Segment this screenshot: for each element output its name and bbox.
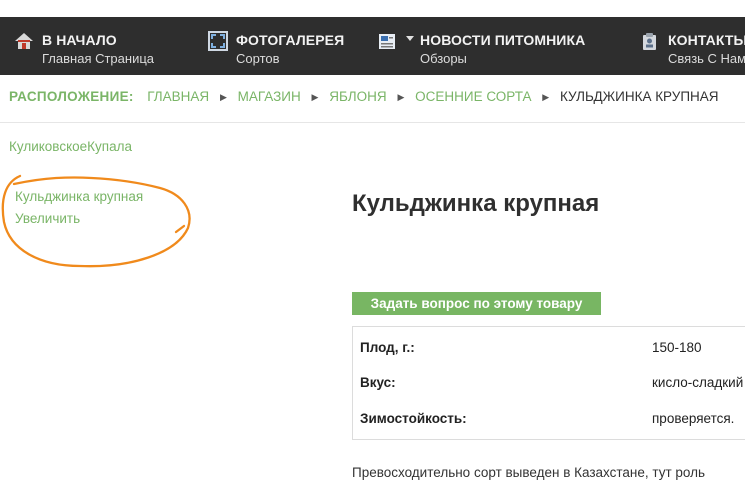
breadcrumb-divider — [0, 122, 745, 123]
breadcrumb-current: КУЛЬДЖИНКА КРУПНАЯ — [559, 89, 719, 104]
breadcrumb-label: РАСПОЛОЖЕНИЕ: — [9, 89, 134, 104]
ask-question-button[interactable]: Задать вопрос по этому товару — [352, 292, 601, 315]
breadcrumb-link-apple[interactable]: ЯБЛОНЯ — [329, 89, 386, 104]
breadcrumb-separator-icon: ▶ — [397, 92, 405, 102]
nav-title: В НАЧАЛО — [42, 32, 117, 48]
nav-title: КОНТАКТЫ — [668, 32, 745, 48]
related-product-link[interactable]: КуликовскоеКупала — [9, 139, 132, 154]
breadcrumb-link-shop[interactable]: МАГАЗИН — [238, 89, 301, 104]
table-row: Плод, г.: 150-180 — [353, 340, 745, 370]
news-icon — [378, 31, 398, 51]
nav-item-news[interactable]: НОВОСТИ ПИТОМНИКА Обзоры — [378, 17, 618, 75]
gallery-icon — [208, 31, 228, 51]
nav-subtitle: Сортов — [236, 51, 280, 66]
product-image-placeholder[interactable]: Кульджинка крупная — [15, 189, 143, 204]
chevron-down-icon[interactable] — [406, 36, 414, 41]
breadcrumb-link-home[interactable]: ГЛАВНАЯ — [147, 89, 209, 104]
home-icon — [14, 31, 34, 51]
table-row: Вкус: кисло-сладкий — [353, 375, 745, 405]
nav-title: НОВОСТИ ПИТОМНИКА — [420, 32, 586, 48]
spec-value: проверяется. — [652, 411, 735, 426]
spec-name: Зимостойкость: — [360, 411, 467, 426]
nav-subtitle: Обзоры — [420, 51, 467, 66]
spec-value: кисло-сладкий — [652, 375, 744, 390]
breadcrumb-separator-icon: ▶ — [219, 92, 227, 102]
top-navigation-bar: В НАЧАЛО Главная Страница ФОТОГАЛЕРЕЯ Со… — [0, 17, 745, 75]
nav-item-home[interactable]: В НАЧАЛО Главная Страница — [14, 17, 184, 75]
contacts-icon — [640, 31, 660, 51]
breadcrumb: РАСПОЛОЖЕНИЕ: ГЛАВНАЯ ▶ МАГАЗИН ▶ ЯБЛОНЯ… — [9, 89, 719, 104]
product-description: Превосходительно сорт выведен в Казахста… — [352, 465, 706, 480]
nav-item-contacts[interactable]: КОНТАКТЫ Связь С Нами — [640, 17, 745, 75]
spec-value: 150-180 — [652, 340, 702, 355]
product-title: Кульджинка крупная — [352, 190, 600, 217]
nav-title: ФОТОГАЛЕРЕЯ — [236, 32, 345, 48]
spec-name: Вкус: — [360, 375, 396, 390]
spec-name: Плод, г.: — [360, 340, 415, 355]
nav-item-gallery[interactable]: ФОТОГАЛЕРЕЯ Сортов — [208, 17, 358, 75]
table-row: Зимостойкость: проверяется. — [353, 411, 745, 441]
breadcrumb-separator-icon: ▶ — [542, 92, 550, 102]
breadcrumb-separator-icon: ▶ — [311, 92, 319, 102]
breadcrumb-link-autumn-varieties[interactable]: ОСЕННИЕ СОРТА — [415, 89, 531, 104]
zoom-image-link[interactable]: Увеличить — [15, 211, 80, 226]
nav-subtitle: Главная Страница — [42, 51, 155, 66]
specs-table: Плод, г.: 150-180 Вкус: кисло-сладкий Зи… — [352, 326, 745, 440]
nav-subtitle: Связь С Нами — [668, 51, 745, 66]
